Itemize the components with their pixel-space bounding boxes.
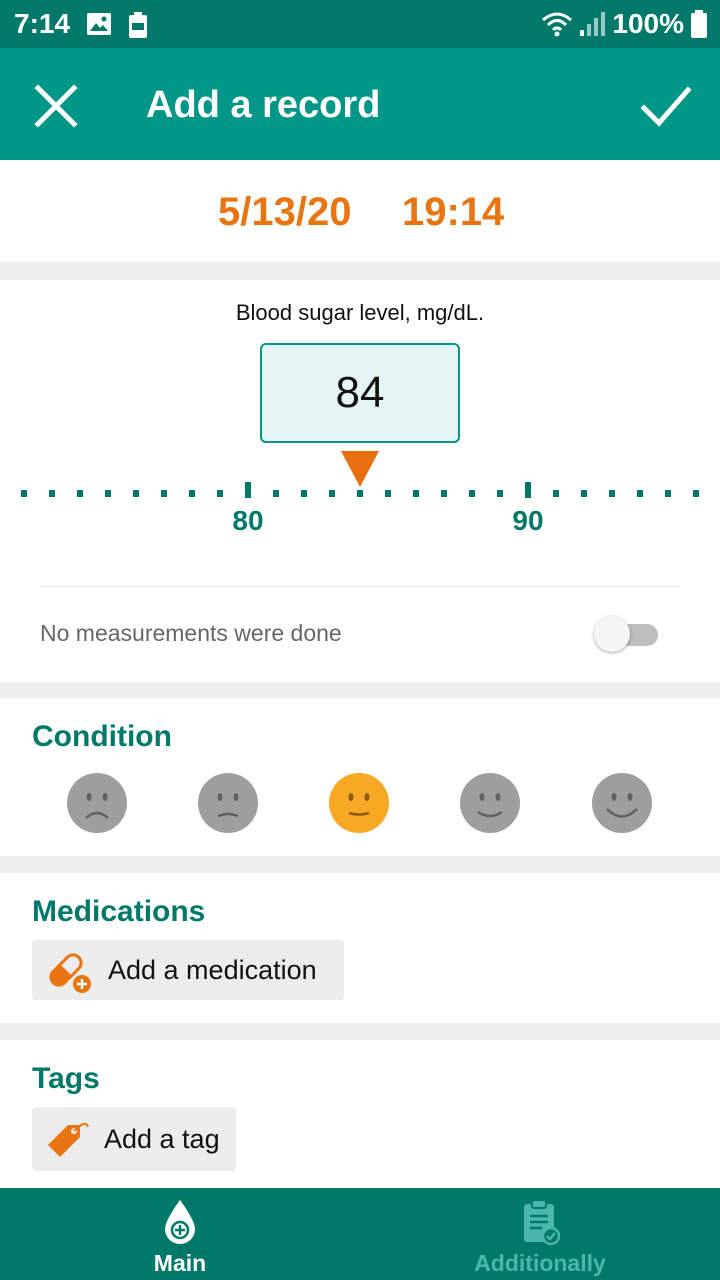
clipboard-check-icon xyxy=(524,1199,560,1246)
battery-percent: 100% xyxy=(612,8,684,39)
signal-icon xyxy=(580,12,605,36)
ruler-tick xyxy=(21,490,27,497)
close-icon[interactable] xyxy=(28,78,84,134)
tag-icon xyxy=(48,1122,89,1157)
ruler-tick xyxy=(497,490,503,497)
happy-face-icon[interactable] xyxy=(459,772,521,834)
blood-sugar-ruler[interactable]: 80 90 xyxy=(0,480,720,540)
medications-card: Medications Add a medication xyxy=(0,873,720,1023)
ruler-tick xyxy=(77,490,83,497)
record-time[interactable]: 19:14 xyxy=(402,190,504,235)
confirm-check-icon[interactable] xyxy=(638,78,694,134)
pill-add-icon xyxy=(49,953,91,993)
ruler-tick xyxy=(273,490,279,497)
blood-drop-add-icon xyxy=(165,1200,195,1244)
ruler-tick xyxy=(385,490,391,497)
add-tag-button[interactable]: Add a tag xyxy=(32,1107,236,1171)
ruler-tick xyxy=(105,490,111,497)
ruler-tick xyxy=(189,490,195,497)
ruler-tick xyxy=(637,490,643,497)
no-measurements-toggle[interactable] xyxy=(594,614,660,652)
ruler-tick xyxy=(413,490,419,497)
battery-icon xyxy=(691,10,707,38)
bottom-navigation: Main Additionally xyxy=(0,1188,720,1280)
tags-title: Tags xyxy=(32,1062,100,1095)
ruler-label-90: 90 xyxy=(512,505,543,536)
status-time: 7:14 xyxy=(14,8,71,39)
blood-sugar-value[interactable]: 84 xyxy=(260,343,460,443)
page-title: Add a record xyxy=(146,84,381,126)
ruler-tick xyxy=(217,490,223,497)
ruler-tick xyxy=(133,490,139,497)
nav-main[interactable]: Main xyxy=(0,1188,360,1280)
ruler-tick xyxy=(693,490,699,497)
add-tag-label: Add a tag xyxy=(104,1124,220,1154)
sad-face-icon[interactable] xyxy=(197,772,259,834)
ruler-major-tick xyxy=(245,482,251,498)
ruler-major-tick xyxy=(525,482,531,498)
ruler-tick xyxy=(441,490,447,497)
ruler-tick xyxy=(665,490,671,497)
ruler-label-80: 80 xyxy=(232,505,263,536)
record-date[interactable]: 5/13/20 xyxy=(218,190,351,235)
app-bar: Add a record xyxy=(0,48,720,160)
condition-card: Condition xyxy=(0,698,720,856)
nav-additionally[interactable]: Additionally xyxy=(360,1188,720,1280)
date-time-card: 5/13/20 19:14 xyxy=(0,160,720,262)
nav-main-label: Main xyxy=(153,1250,207,1276)
condition-faces xyxy=(0,772,720,836)
no-measurements-label: No measurements were done xyxy=(40,620,342,646)
add-medication-label: Add a medication xyxy=(108,955,317,985)
add-medication-button[interactable]: Add a medication xyxy=(32,940,344,1000)
tags-card: Tags Add a tag xyxy=(0,1040,720,1188)
ruler-tick xyxy=(469,490,475,497)
very-happy-face-icon[interactable] xyxy=(591,772,653,834)
wifi-icon xyxy=(542,12,572,37)
ruler-tick xyxy=(609,490,615,497)
status-bar: 7:14 100% xyxy=(0,0,720,48)
ruler-tick xyxy=(553,490,559,497)
ruler-tick xyxy=(357,490,363,497)
medications-title: Medications xyxy=(32,895,206,928)
condition-title: Condition xyxy=(32,720,172,753)
image-notification-icon xyxy=(87,13,111,35)
ruler-tick xyxy=(49,490,55,497)
blood-sugar-card: Blood sugar level, mg/dL. 84 80 90 No me… xyxy=(0,280,720,682)
neutral-face-icon[interactable] xyxy=(328,772,390,834)
divider xyxy=(40,586,680,587)
battery-notification-icon xyxy=(129,12,147,38)
ruler-tick xyxy=(581,490,587,497)
ruler-tick xyxy=(301,490,307,497)
ruler-tick xyxy=(161,490,167,497)
nav-additionally-label: Additionally xyxy=(474,1250,606,1276)
ruler-tick xyxy=(329,490,335,497)
toggle-thumb xyxy=(594,616,630,652)
very-sad-face-icon[interactable] xyxy=(66,772,128,834)
blood-sugar-label: Blood sugar level, mg/dL. xyxy=(235,300,485,325)
